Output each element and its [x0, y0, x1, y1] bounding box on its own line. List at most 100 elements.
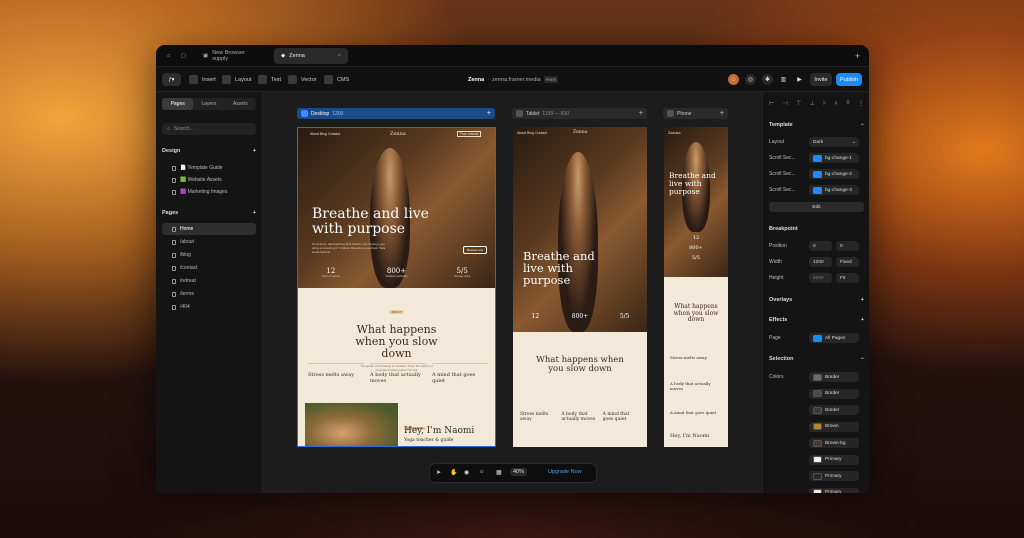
scroll-section-field[interactable]: bg-change-3: [809, 185, 859, 195]
height-mode-select[interactable]: Fit: [836, 273, 859, 283]
chat-icon[interactable]: ▢: [174, 48, 193, 64]
invite-button[interactable]: Invite: [810, 73, 832, 86]
align-right-icon[interactable]: ⊤: [796, 100, 801, 107]
framer-menu-button[interactable]: ƒ▾: [162, 73, 181, 86]
layout-select[interactable]: Dark ⌄: [809, 137, 859, 147]
edit-button[interactable]: Edit: [769, 202, 864, 212]
page-item-retreat[interactable]: /retreat: [162, 275, 256, 287]
page-item-blog[interactable]: /blog: [162, 249, 256, 261]
tab-zenna[interactable]: ◆ Zenna ×: [274, 48, 348, 64]
color-swatch-row[interactable]: Primary: [809, 454, 859, 465]
color-swatch: [813, 406, 822, 414]
more-icon[interactable]: ⋮: [858, 100, 864, 107]
effects-page-field[interactable]: All Pages: [809, 333, 859, 343]
search-input[interactable]: ⌕ Search...: [162, 123, 256, 135]
color-swatch-row[interactable]: Primary: [809, 471, 859, 481]
vector-button[interactable]: Vector: [288, 73, 317, 86]
align-top-icon[interactable]: ⊥: [810, 100, 815, 107]
color-swatch-row[interactable]: Brown: [809, 421, 859, 432]
canvas[interactable]: Desktop 1200 + Tablet 1199 — 810 + Phone…: [263, 92, 762, 493]
avatar[interactable]: ☺: [728, 74, 739, 85]
text-button[interactable]: Text: [258, 73, 281, 86]
color-swatch: [813, 439, 822, 447]
globe-icon[interactable]: ◎: [745, 74, 756, 85]
tab-layers[interactable]: Layers: [193, 98, 224, 110]
alignment-icons[interactable]: ⊢ ⊣ ⊤ ⊥ ⊦ ⊧ ≡ ⋮: [769, 100, 864, 107]
tab-assets[interactable]: Assets: [225, 98, 256, 110]
add-icon[interactable]: +: [253, 148, 256, 154]
position-x-input[interactable]: 0: [809, 241, 832, 251]
width-mode-select[interactable]: Fixed: [836, 257, 859, 267]
align-center-icon[interactable]: ⊣: [783, 100, 788, 107]
comment-icon[interactable]: ◉: [464, 469, 469, 476]
close-icon[interactable]: ×: [338, 53, 341, 59]
page-item-terms[interactable]: /terms: [162, 288, 256, 300]
phone-frame[interactable]: Zenna Breathe and live with purpose 12 8…: [664, 127, 728, 447]
tab-new-browser-supply[interactable]: ▣ New Browser supply: [196, 48, 268, 64]
add-breakpoint-icon[interactable]: +: [720, 110, 724, 117]
grid-icon[interactable]: ▦: [496, 469, 502, 476]
desktop-frame[interactable]: About Blog Contact Zenna Plan retreat Br…: [297, 127, 496, 447]
page-item-home[interactable]: Home: [162, 223, 256, 235]
color-swatch-row[interactable]: Border: [809, 388, 859, 399]
page-item-contact[interactable]: /contact: [162, 262, 256, 274]
hero-section: About Blog Contact Zenna Breathe and liv…: [513, 127, 647, 332]
add-breakpoint-icon[interactable]: +: [487, 110, 491, 117]
feature-card: A body that actually moves: [370, 363, 426, 384]
sun-icon[interactable]: ☼: [479, 469, 485, 475]
layout-button[interactable]: Layout: [222, 73, 252, 86]
effects-section-header[interactable]: Effects +: [769, 317, 864, 323]
align-bottom-icon[interactable]: ⊧: [835, 100, 838, 107]
cms-button[interactable]: CMS: [324, 73, 349, 86]
gear-icon[interactable]: ✱: [762, 74, 773, 85]
tablet-breakpoint-header[interactable]: Tablet 1199 — 810 +: [512, 108, 647, 119]
color-swatch-row[interactable]: Brown-bg: [809, 438, 859, 448]
scroll-section-field[interactable]: bg-change-1: [809, 153, 859, 163]
collapse-icon[interactable]: −: [861, 122, 864, 128]
play-icon[interactable]: ▶: [794, 74, 805, 85]
align-middle-icon[interactable]: ⊦: [823, 100, 826, 107]
add-breakpoint-icon[interactable]: +: [639, 110, 643, 117]
page-icon: [172, 177, 176, 183]
publish-button[interactable]: Publish: [836, 73, 862, 86]
design-item-website-assets[interactable]: 🟩 Website Assets: [162, 174, 256, 186]
design-item-template-guide[interactable]: 📄 Template Guide: [162, 162, 256, 174]
page-item-404[interactable]: /404: [162, 301, 256, 313]
page-item-about[interactable]: /about: [162, 236, 256, 248]
new-tab-button[interactable]: +: [848, 48, 867, 64]
insert-button[interactable]: Insert: [189, 73, 216, 86]
tab-pages[interactable]: Pages: [162, 98, 194, 110]
site-cta-button[interactable]: Plan retreat: [456, 131, 481, 137]
intro-title: Hey, I'm Naomi: [404, 426, 475, 436]
position-y-input[interactable]: 0: [836, 241, 859, 251]
color-swatch-label: Border: [825, 407, 840, 413]
add-icon[interactable]: +: [861, 297, 864, 303]
height-input[interactable]: 5599: [809, 273, 832, 283]
analytics-icon[interactable]: ▥: [778, 74, 789, 85]
color-swatch-row[interactable]: Primary: [809, 487, 859, 493]
design-item-marketing-images[interactable]: 🟪 Marketing Images: [162, 186, 256, 198]
zoom-select[interactable]: 40%: [510, 468, 528, 476]
stat-item: 800+ Students worldwide: [385, 267, 408, 278]
project-title[interactable]: Zenna · zenna.framer.media FREE: [468, 73, 559, 86]
collapse-icon[interactable]: −: [861, 356, 864, 362]
add-icon[interactable]: +: [253, 210, 256, 216]
color-swatch-row[interactable]: Border: [809, 405, 859, 415]
width-input[interactable]: 1200: [809, 257, 832, 267]
overlays-section-header[interactable]: Overlays +: [769, 297, 864, 303]
pointer-icon[interactable]: ➤: [436, 469, 441, 476]
component-icon: [813, 170, 822, 178]
add-icon[interactable]: +: [861, 317, 864, 323]
desktop-breakpoint-header[interactable]: Desktop 1200 +: [297, 108, 495, 119]
phone-breakpoint-header[interactable]: Phone +: [663, 108, 728, 119]
database-icon: [324, 75, 333, 84]
distribute-icon[interactable]: ≡: [846, 100, 850, 107]
align-left-icon[interactable]: ⊢: [769, 100, 774, 107]
color-swatch-label: Border: [825, 374, 840, 380]
scroll-section-field[interactable]: bg-change-2: [809, 169, 859, 179]
hero-button[interactable]: Retreat now: [463, 246, 488, 254]
hand-icon[interactable]: ✋: [450, 469, 457, 476]
upgrade-button[interactable]: Upgrade Now: [548, 469, 582, 475]
tablet-frame[interactable]: About Blog Contact Zenna Breathe and liv…: [513, 127, 647, 447]
color-swatch-row[interactable]: Border: [809, 372, 859, 382]
